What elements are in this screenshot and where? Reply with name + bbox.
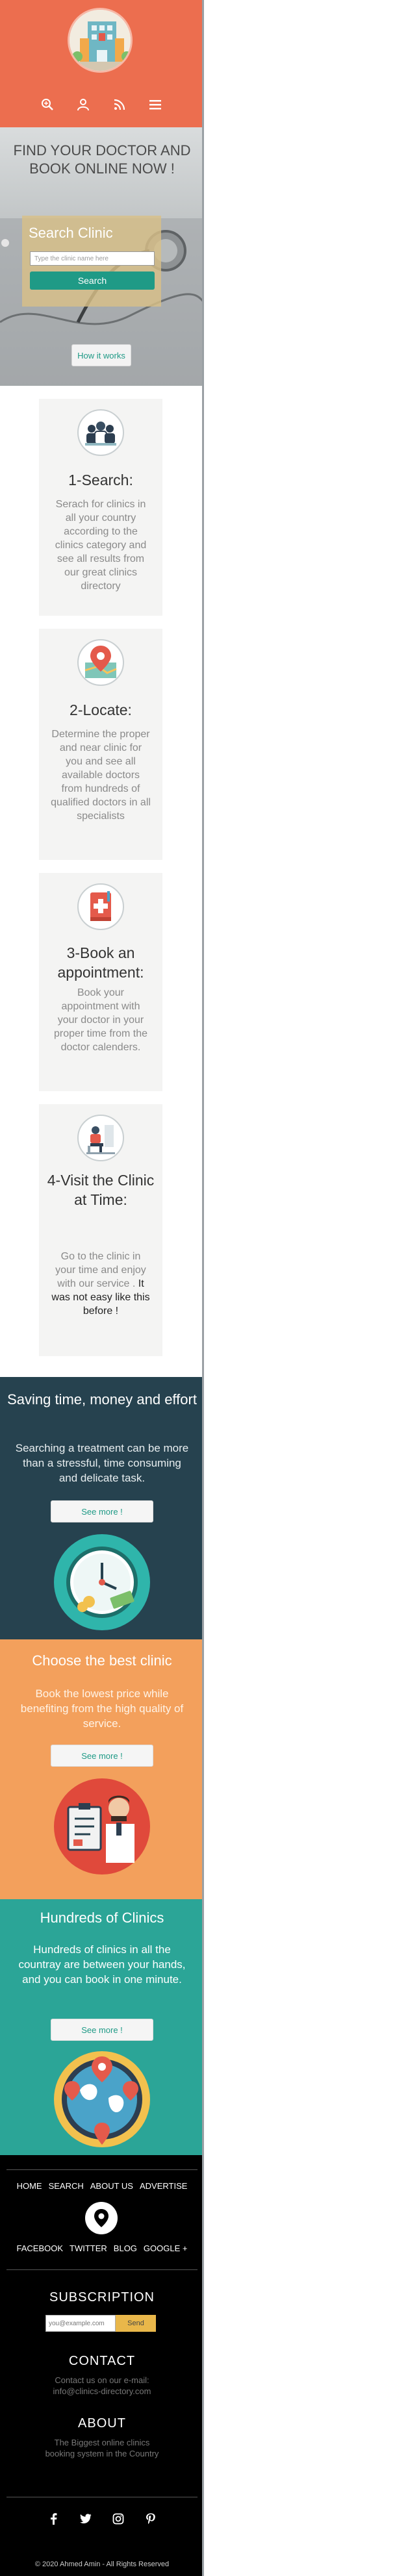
footer-link-google[interactable]: GOOGLE + <box>144 2243 188 2253</box>
step-text: Book your appointment with your doctor i… <box>53 987 148 1053</box>
footer-social-links: FACEBOOK TWITTER BLOG GOOGLE + <box>0 2243 202 2253</box>
footer-link-advertise[interactable]: ADVERTISE <box>140 2181 187 2191</box>
medical-book-icon <box>77 883 124 930</box>
clock-money-illustration <box>54 1534 150 1630</box>
see-more-button[interactable]: See more ! <box>51 1745 153 1767</box>
globe-pins-illustration <box>54 2051 150 2147</box>
clinic-search-input[interactable] <box>30 251 155 266</box>
about-text: The Biggest online clinics booking syste… <box>45 2438 159 2458</box>
hero-section: FIND YOUR DOCTOR AND BOOK ONLINE NOW ! S… <box>0 127 202 386</box>
search-heading: Search Clinic <box>29 225 113 241</box>
clinic-building-icon <box>70 10 131 71</box>
social-icons <box>0 2512 202 2525</box>
contact-title: CONTACT <box>68 2354 136 2368</box>
header-nav <box>38 95 165 114</box>
footer-link-search[interactable]: SEARCH <box>49 2181 84 2191</box>
site-logo[interactable] <box>68 8 133 73</box>
search-icon[interactable] <box>38 95 57 114</box>
menu-icon[interactable] <box>146 95 165 114</box>
search-button[interactable]: Search <box>30 271 155 290</box>
see-more-button[interactable]: See more ! <box>51 2019 153 2041</box>
page: FIND YOUR DOCTOR AND BOOK ONLINE NOW ! S… <box>0 0 204 2576</box>
footer-link-blog[interactable]: BLOG <box>114 2243 137 2253</box>
footer-link-about[interactable]: ABOUT US <box>90 2181 133 2191</box>
how-it-works-button[interactable]: How it works <box>71 344 131 366</box>
footer-main-links: HOME SEARCH ABOUT US ADVERTISE <box>0 2181 202 2191</box>
step-text: Determine the proper and near clinic for… <box>51 729 151 822</box>
hero-title: FIND YOUR DOCTOR AND BOOK ONLINE NOW ! <box>13 142 191 177</box>
see-more-button[interactable]: See more ! <box>51 1500 153 1522</box>
about-title: ABOUT <box>78 2416 126 2431</box>
instagram-icon[interactable] <box>112 2512 125 2525</box>
facebook-icon[interactable] <box>47 2512 60 2525</box>
subscription-send-button[interactable]: Send <box>116 2315 156 2332</box>
patient-visit-icon <box>77 1115 124 1161</box>
contact-text: Contact us on our e-mail: info@clinics-d… <box>53 2375 151 2396</box>
map-pin-icon <box>77 639 124 686</box>
step-title: 3-Book an appointment: <box>57 944 144 981</box>
site-footer: HOME SEARCH ABOUT US ADVERTISE FACEBOOK … <box>0 2155 202 2576</box>
step-title: 1-Search: <box>68 472 133 488</box>
footer-divider <box>6 2169 198 2170</box>
feature-saving-time: Saving time, money and effort Searching … <box>0 1377 202 1639</box>
user-icon[interactable] <box>73 95 93 114</box>
step-text-light: Go to the clinic in your time and enjoy … <box>55 1251 146 1289</box>
feature-text: Hundreds of clinics in all the countray … <box>18 1943 186 1986</box>
step-text: Go to the clinic in your time and enjoy … <box>51 1250 151 1318</box>
feature-title: Hundreds of Clinics <box>40 1910 164 1926</box>
location-pin-icon <box>85 2202 118 2234</box>
doctors-team-icon <box>77 409 124 456</box>
step-text: Serach for clinics in all your country a… <box>55 499 147 592</box>
step-card-visit: 4-Visit the Clinic at Time: Go to the cl… <box>39 1104 162 1356</box>
feature-best-clinic: Choose the best clinic Book the lowest p… <box>0 1639 202 1899</box>
feature-hundreds-clinics: Hundreds of Clinics Hundreds of clinics … <box>0 1899 202 2155</box>
twitter-icon[interactable] <box>79 2512 92 2525</box>
step-card-locate: 2-Locate: Determine the proper and near … <box>39 629 162 860</box>
step-title: 4-Visit the Clinic at Time: <box>47 1172 155 1208</box>
feature-text: Book the lowest price while benefiting f… <box>20 1687 184 1730</box>
feature-title: Saving time, money and effort <box>7 1391 197 1408</box>
step-title: 2-Locate: <box>70 701 132 718</box>
footer-link-facebook[interactable]: FACEBOOK <box>17 2243 64 2253</box>
footer-divider <box>6 2269 198 2270</box>
footer-link-home[interactable]: HOME <box>17 2181 42 2191</box>
copyright-text: © 2020 Ahmed Amin - All Rights Reserved <box>34 2560 170 2568</box>
subscription-title: SUBSCRIPTION <box>49 2290 155 2305</box>
step-card-book: 3-Book an appointment: Book your appoint… <box>39 873 162 1091</box>
step-card-search: 1-Search: Serach for clinics in all your… <box>39 399 162 616</box>
feature-title: Choose the best clinic <box>32 1652 172 1669</box>
pinterest-icon[interactable] <box>144 2512 157 2525</box>
doctor-clipboard-illustration <box>54 1778 150 1875</box>
subscription-email-input[interactable] <box>45 2315 116 2332</box>
site-header <box>0 0 202 127</box>
rss-icon[interactable] <box>110 95 129 114</box>
footer-link-twitter[interactable]: TWITTER <box>70 2243 107 2253</box>
feature-text: Searching a treatment can be more than a… <box>15 1442 189 1484</box>
search-panel: Search Clinic Search <box>22 216 161 307</box>
